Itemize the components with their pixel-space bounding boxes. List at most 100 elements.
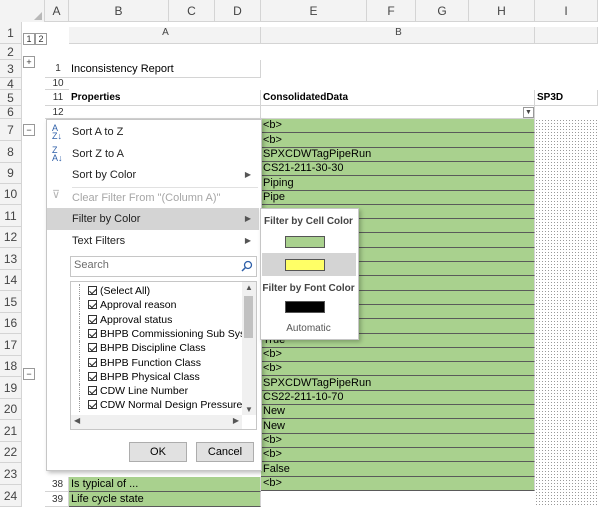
consolidated-data-cell: Piping — [261, 176, 535, 191]
row-header[interactable]: 12 — [0, 227, 22, 248]
row-header[interactable]: 9 — [0, 163, 22, 184]
scroll-up-icon[interactable]: ▲ — [245, 283, 253, 292]
row-header[interactable]: 22 — [0, 442, 22, 463]
clear-filter-icon: ⊽ — [52, 189, 61, 201]
consolidated-data-cell: New — [261, 405, 535, 419]
sort-descending-icon: Z A↓ — [52, 145, 63, 163]
checked-checkbox-icon[interactable] — [88, 286, 97, 295]
column-header-d[interactable]: D — [215, 0, 261, 22]
filter-value-label: BHPB Function Class — [100, 356, 201, 369]
row-header[interactable]: 17 — [0, 334, 22, 356]
row-header[interactable]: 10 — [0, 184, 22, 205]
consolidated-data-cell: SPXCDWTagPipeRun — [261, 148, 535, 162]
row-header[interactable]: 3 — [0, 60, 22, 78]
collapse-group-button[interactable]: − — [23, 124, 35, 136]
select-all-corner[interactable] — [0, 0, 45, 22]
consolidated-data-cell: <b> — [261, 133, 535, 148]
tree-connector — [79, 326, 81, 341]
checked-checkbox-icon[interactable] — [88, 357, 97, 367]
consolidated-data-cell: Pipe — [261, 191, 535, 205]
ok-button[interactable]: OK — [129, 442, 187, 462]
row-header[interactable]: 4 — [0, 78, 22, 90]
row-header[interactable]: 20 — [0, 399, 22, 420]
report-title: Inconsistency Report — [69, 60, 261, 78]
property-cell: Is typical of ... — [69, 477, 261, 492]
row-header[interactable]: 16 — [0, 313, 22, 334]
consolidated-data-cell: CS21-211-30-30 — [261, 162, 535, 176]
checked-checkbox-icon[interactable] — [88, 400, 97, 410]
filter-dropdown-button[interactable]: ▼ — [523, 107, 534, 118]
scroll-right-icon[interactable]: ▶ — [233, 416, 239, 425]
row-header[interactable]: 14 — [0, 270, 22, 291]
filter-cell-consolidated — [261, 106, 535, 119]
checked-checkbox-icon[interactable] — [88, 300, 97, 310]
filter-value-label: BHPB Physical Class — [100, 370, 200, 383]
row-header[interactable]: 23 — [0, 463, 22, 485]
list-horizontal-scrollbar[interactable]: ◀ ▶ — [71, 415, 242, 429]
text-filters-item[interactable]: Text Filters ▶ — [47, 230, 259, 252]
green-cell-color-swatch[interactable] — [285, 236, 325, 248]
outline-level-1-button[interactable]: 1 — [23, 33, 35, 45]
filter-value-list: (Select All) Approval reason Approval stat… — [70, 281, 257, 430]
column-header-c[interactable]: C — [169, 0, 215, 22]
column-header-i[interactable]: I — [535, 0, 598, 22]
header-consolidated-data: ConsolidatedData — [261, 90, 535, 106]
filter-by-color-submenu: Filter by Cell Color Filter by Font Colo… — [260, 208, 359, 340]
row-header[interactable]: 11 — [0, 205, 22, 227]
scroll-left-icon[interactable]: ◀ — [74, 416, 80, 425]
group-header-a: A — [69, 27, 261, 44]
checked-checkbox-icon[interactable] — [88, 371, 97, 381]
outline-level-2-button[interactable]: 2 — [35, 33, 47, 45]
column-header-e[interactable]: E — [261, 0, 367, 22]
row-header[interactable]: 19 — [0, 377, 22, 399]
row-header[interactable]: 24 — [0, 485, 22, 507]
filter-value-label: BHPB Discipline Class — [100, 342, 206, 355]
tree-connector — [79, 341, 81, 356]
row-header[interactable]: 15 — [0, 291, 22, 313]
column-header-f[interactable]: F — [367, 0, 416, 22]
list-vertical-scrollbar[interactable]: ▲ ▼ — [242, 282, 256, 415]
checked-checkbox-icon[interactable] — [88, 328, 97, 338]
tree-connector — [79, 298, 81, 313]
column-header-b[interactable]: B — [69, 0, 169, 22]
outline-strip — [22, 22, 45, 507]
checked-checkbox-icon[interactable] — [88, 343, 97, 353]
yellow-cell-color-swatch[interactable] — [285, 259, 325, 271]
tree-connector — [79, 398, 81, 413]
cancel-button[interactable]: Cancel — [196, 442, 254, 462]
checked-checkbox-icon[interactable] — [88, 314, 97, 324]
sort-z-to-a-item[interactable]: Z A↓ Sort Z to A — [47, 143, 259, 165]
row-header[interactable]: 2 — [0, 44, 22, 60]
filter-value-label: (Select All) — [100, 285, 151, 297]
column-header-g[interactable]: G — [416, 0, 469, 22]
row-header[interactable]: 8 — [0, 141, 22, 163]
submenu-arrow-icon: ▶ — [244, 170, 251, 179]
filter-by-color-item[interactable]: Filter by Color ▶ — [47, 208, 259, 230]
collapse-group-button-2[interactable]: − — [23, 368, 35, 380]
scroll-down-icon[interactable]: ▼ — [245, 405, 253, 414]
row-header[interactable]: 5 — [0, 90, 22, 106]
row-header[interactable]: 18 — [0, 356, 22, 377]
row-header[interactable]: 7 — [0, 119, 22, 141]
scroll-thumb[interactable] — [244, 296, 253, 338]
sort-a-to-z-item[interactable]: A Z↓ Sort A to Z — [47, 121, 259, 143]
row-header[interactable]: 13 — [0, 248, 22, 270]
consolidated-data-cell: CS22-211-10-70 — [261, 391, 535, 405]
automatic-font-color-option[interactable]: Automatic — [261, 323, 356, 334]
consolidated-data-cell: <b> — [261, 434, 535, 448]
text-filters-label: Text Filters — [72, 235, 126, 247]
consolidated-data-cell: <b> — [261, 477, 535, 491]
filter-search-input[interactable]: Search — [70, 256, 257, 277]
checked-checkbox-icon[interactable] — [88, 386, 97, 396]
column-header-h[interactable]: H — [469, 0, 535, 22]
sort-z-to-a-label: Sort Z to A — [72, 148, 124, 160]
black-font-color-swatch[interactable] — [285, 301, 325, 313]
sort-ascending-icon: A Z↓ — [52, 123, 62, 141]
column-header-a[interactable]: A — [45, 0, 69, 22]
expand-group-button[interactable]: + — [23, 56, 35, 68]
sort-by-color-item[interactable]: Sort by Color ▶ — [47, 164, 259, 186]
row-header[interactable]: 21 — [0, 420, 22, 442]
row-header[interactable]: 6 — [0, 106, 22, 119]
row-header[interactable]: 1 — [0, 22, 22, 44]
source-row-number: 38 — [45, 477, 69, 492]
